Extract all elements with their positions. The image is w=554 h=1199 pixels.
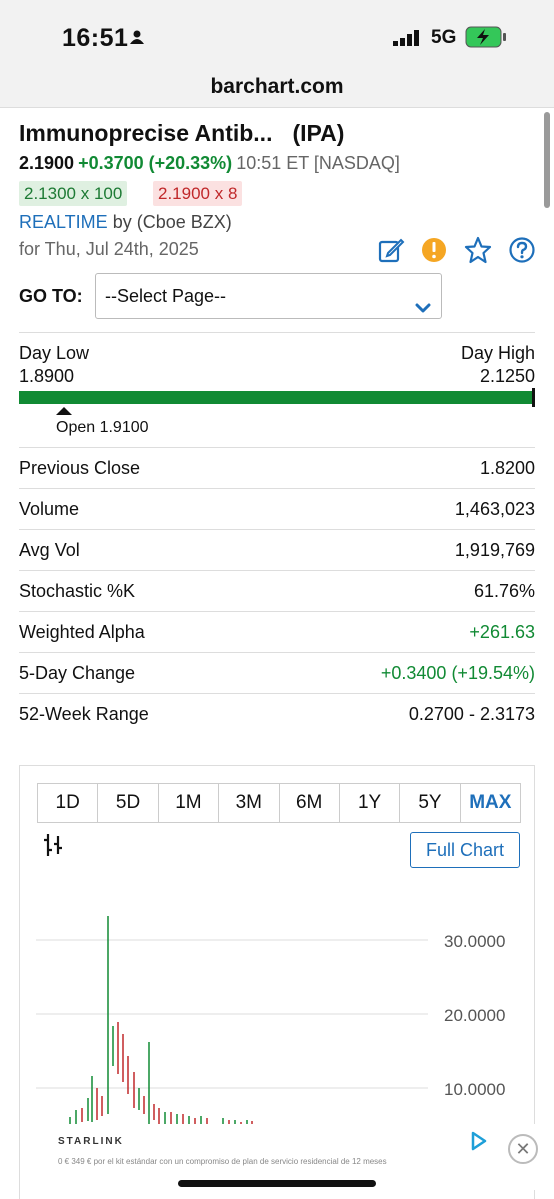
stat-label: Weighted Alpha	[19, 622, 145, 642]
goto-selected: --Select Page--	[105, 286, 227, 306]
timeframe-1m[interactable]: 1M	[159, 784, 220, 822]
stat-label: Avg Vol	[19, 540, 80, 560]
timeframe-selector: 1D 5D 1M 3M 6M 1Y 5Y MAX	[37, 783, 521, 823]
bar-chart-type-icon[interactable]	[42, 832, 66, 863]
goto-select[interactable]: --Select Page--	[95, 273, 442, 319]
stat-label: 52-Week Range	[19, 704, 149, 724]
star-icon[interactable]	[464, 236, 492, 264]
stat-label: Previous Close	[19, 458, 141, 478]
page-title: Immunoprecise Antib... (IPA)	[19, 120, 344, 147]
quote-date: for Thu, Jul 24th, 2025	[19, 239, 199, 259]
bid-badge: 2.1300 x 100	[19, 181, 128, 206]
home-indicator[interactable]	[178, 1180, 376, 1187]
stat-label: 5-Day Change	[19, 663, 136, 683]
person-icon	[130, 30, 144, 49]
help-icon[interactable]	[508, 236, 536, 264]
full-chart-button[interactable]: Full Chart	[410, 832, 520, 868]
stat-row: Weighted Alpha +261.63	[19, 611, 535, 652]
day-high-label: Day High	[460, 343, 535, 363]
y-axis-label: 20.0000	[444, 1006, 505, 1025]
alert-icon[interactable]	[420, 236, 448, 264]
stat-row: Avg Vol 1,919,769	[19, 529, 535, 570]
goto-label: GO TO:	[19, 286, 83, 306]
y-axis-label: 30.0000	[444, 932, 505, 951]
y-axis-label: 10.0000	[444, 1080, 505, 1099]
timeframe-max[interactable]: MAX	[461, 784, 520, 822]
open-marker-icon	[56, 407, 72, 415]
stat-value: 61.76%	[473, 581, 535, 601]
day-range-marker	[532, 388, 535, 407]
battery-icon	[465, 26, 507, 53]
status-bar: 16:51 5G	[0, 0, 554, 72]
network-label: 5G	[431, 27, 457, 48]
price-bars	[69, 916, 253, 1126]
last-price: 2.1900	[19, 153, 75, 173]
ad-text: 0 € 349 € por el kit estándar con un com…	[58, 1157, 387, 1166]
stat-row: Stochastic %K 61.76%	[19, 570, 535, 611]
stat-value: +0.3400 (+19.54%)	[380, 663, 535, 683]
timeframe-3m[interactable]: 3M	[219, 784, 280, 822]
timeframe-1y[interactable]: 1Y	[340, 784, 401, 822]
stat-row: Previous Close 1.8200	[19, 447, 535, 488]
quote-time: 10:51 ET [NASDAQ]	[236, 153, 400, 173]
price-line: 2.1900 +0.3700 (+20.33%) 10:51 ET [NASDAQ]	[19, 153, 400, 174]
scrollbar[interactable]	[544, 112, 550, 208]
status-time: 16:51	[62, 24, 129, 52]
day-range-bar	[19, 391, 535, 404]
realtime-link[interactable]: REALTIME	[19, 212, 108, 232]
ad-choices-icon[interactable]	[470, 1130, 488, 1157]
open-label: Open 1.9100	[56, 419, 149, 436]
stat-value: +261.63	[469, 622, 535, 642]
ad-title: STARLINK	[58, 1136, 124, 1147]
edit-icon[interactable]	[377, 236, 405, 264]
stat-value: 1,919,769	[454, 540, 535, 560]
stat-row: Volume 1,463,023	[19, 488, 535, 529]
signal-icon	[393, 30, 421, 51]
stat-value: 1.8200	[479, 458, 535, 478]
day-low-label: Day Low	[19, 343, 90, 363]
stat-label: Volume	[19, 499, 80, 519]
timeframe-5d[interactable]: 5D	[98, 784, 159, 822]
timeframe-1d[interactable]: 1D	[38, 784, 99, 822]
divider	[19, 332, 535, 333]
company-name: Immunoprecise Antib...	[19, 120, 273, 146]
timeframe-6m[interactable]: 6M	[280, 784, 340, 822]
chevron-down-icon	[415, 288, 431, 332]
ask-badge: 2.1900 x 8	[153, 181, 243, 206]
price-change: +0.3700 (+20.33%)	[78, 153, 233, 173]
realtime-line: REALTIME by (Cboe BZX)	[19, 212, 232, 233]
stat-value: 0.2700 - 2.3173	[408, 704, 535, 724]
close-icon[interactable]: ✕	[508, 1134, 538, 1164]
ticker-symbol: (IPA)	[292, 120, 345, 146]
stat-row: 5-Day Change +0.3400 (+19.54%)	[19, 652, 535, 693]
stat-label: Stochastic %K	[19, 581, 136, 601]
stat-value: 1,463,023	[454, 499, 535, 519]
day-low-value: 1.8900	[19, 366, 75, 386]
url-bar[interactable]: barchart.com	[0, 72, 554, 108]
day-high-value: 2.1250	[479, 366, 535, 386]
timeframe-5y[interactable]: 5Y	[400, 784, 461, 822]
realtime-source: by (Cboe BZX)	[112, 212, 232, 232]
stat-row: 52-Week Range 0.2700 - 2.3173	[19, 693, 535, 734]
